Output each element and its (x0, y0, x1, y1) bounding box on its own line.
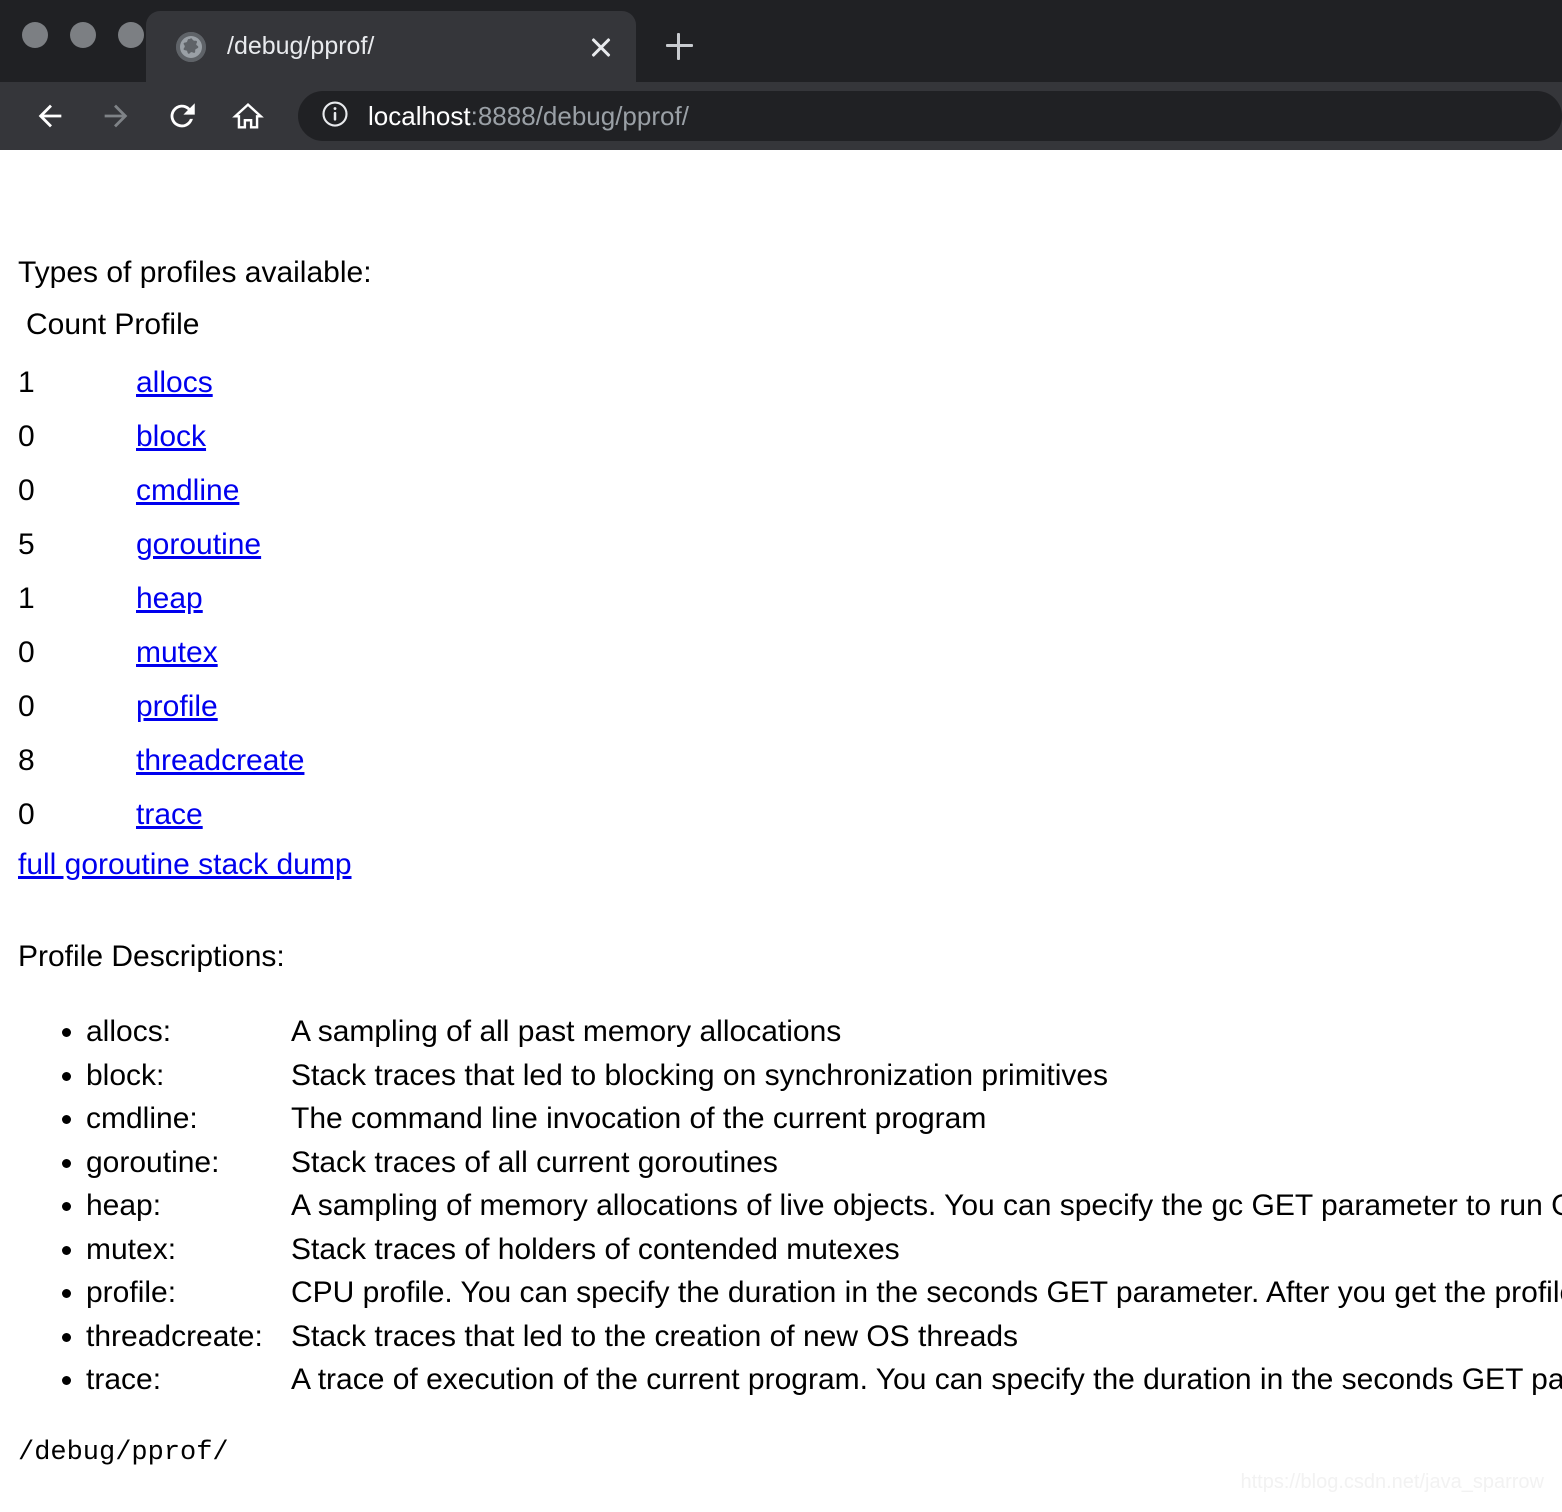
description-name: block: (86, 1058, 165, 1092)
full-goroutine-stack-dump-link[interactable]: full goroutine stack dump (18, 848, 352, 881)
profile-count: 1 (18, 366, 35, 399)
description-text: A sampling of all past memory allocation… (291, 1015, 842, 1048)
window-controls (22, 22, 144, 48)
tab-strip: /debug/pprof/ (0, 0, 1562, 82)
profile-descriptions-list: allocs: A sampling of all past memory all… (18, 1010, 1562, 1402)
profile-link-block[interactable]: block (136, 420, 206, 453)
profile-count: 0 (18, 798, 35, 831)
profile-link-heap[interactable]: heap (136, 582, 203, 615)
profile-link-cell: allocs (136, 356, 304, 410)
back-button[interactable] (24, 90, 76, 142)
browser-window: /debug/pprof/ localhost:8888/debug/pprof… (0, 0, 1562, 150)
profile-link-allocs[interactable]: allocs (136, 366, 213, 399)
profile-link-cell: goroutine (136, 518, 304, 572)
table-row: 5 goroutine (18, 518, 304, 572)
list-item: threadcreate: Stack traces that led to th… (86, 1315, 1562, 1359)
browser-toolbar: localhost:8888/debug/pprof/ (0, 82, 1562, 150)
profile-link-threadcreate[interactable]: threadcreate (136, 744, 304, 777)
profile-link-cell: heap (136, 572, 304, 626)
list-item: heap: A sampling of memory allocations of… (86, 1184, 1562, 1228)
table-row: 1 allocs (18, 356, 304, 410)
profile-link-cmdline[interactable]: cmdline (136, 474, 239, 507)
list-item: block: Stack traces that led to blocking … (86, 1054, 1562, 1098)
url-host: localhost (368, 100, 471, 131)
profile-link-cell: mutex (136, 626, 304, 680)
description-text: Stack traces that led to the creation of… (291, 1319, 1019, 1353)
table-row: 0 trace (18, 788, 304, 842)
watermark: https://blog.csdn.net/java_sparrow (1240, 1471, 1544, 1493)
description-text: A trace of execution of the current prog… (291, 1363, 1562, 1396)
description-text: Stack traces of all current goroutines (291, 1145, 778, 1179)
list-item: mutex: Stack traces of holders of contend… (86, 1228, 1562, 1272)
list-item: goroutine: Stack traces of all current go… (86, 1141, 1562, 1185)
profile-link-cell: cmdline (136, 464, 304, 518)
description-text: The command line invocation of the curre… (291, 1102, 987, 1135)
table-row: 1 heap (18, 572, 304, 626)
browser-tab-active[interactable]: /debug/pprof/ (146, 11, 636, 82)
list-item: cmdline: The command line invocation of t… (86, 1097, 1562, 1141)
page-title: Types of profiles available: (18, 256, 372, 289)
footer-path: /debug/pprof/ (18, 1438, 229, 1468)
table-row: 8 threadcreate (18, 734, 304, 788)
profile-link-cell: threadcreate (136, 734, 304, 788)
profile-count: 5 (18, 528, 35, 561)
profile-count: 0 (18, 420, 35, 453)
page-content: Types of profiles available: Count Profi… (0, 150, 1562, 1512)
description-name: profile: (86, 1276, 177, 1309)
list-item: allocs: A sampling of all past memory all… (86, 1010, 1562, 1054)
profile-link-cell: profile (136, 680, 304, 734)
new-tab-button[interactable] (655, 22, 703, 70)
profiles-table-header: Count Profile (26, 308, 200, 341)
profile-count: 0 (18, 690, 35, 723)
info-circle-icon[interactable] (320, 99, 350, 134)
profile-count: 0 (18, 636, 35, 669)
reload-button[interactable] (156, 90, 208, 142)
profiles-table-body: 1 allocs 0 block 0 cmdline 5 goroutine 1 (18, 356, 304, 842)
description-text: Stack traces that led to blocking on syn… (291, 1058, 1109, 1092)
minimize-window-button[interactable] (70, 22, 96, 48)
description-name: goroutine: (86, 1145, 220, 1179)
globe-icon (176, 31, 206, 62)
close-tab-icon[interactable] (580, 26, 622, 68)
table-row: 0 block (18, 410, 304, 464)
pprof-index: Types of profiles available: Count Profi… (18, 258, 1562, 1402)
profile-link-trace[interactable]: trace (136, 798, 203, 831)
description-name: trace: (86, 1363, 162, 1396)
table-row: 0 cmdline (18, 464, 304, 518)
profile-link-cell: block (136, 410, 304, 464)
list-item: profile: CPU profile. You can specify the… (86, 1271, 1562, 1315)
profile-link-goroutine[interactable]: goroutine (136, 528, 261, 561)
url-text: localhost:8888/debug/pprof/ (368, 101, 689, 132)
table-row: 0 mutex (18, 626, 304, 680)
list-item: trace: A trace of execution of the curren… (86, 1358, 1562, 1402)
profile-link-cell: trace (136, 788, 304, 842)
stack-dump-row: full goroutine stack dump (18, 850, 1562, 880)
description-name: allocs: (86, 1015, 172, 1048)
description-name: cmdline: (86, 1102, 198, 1135)
description-text: CPU profile. You can specify the duratio… (291, 1276, 1562, 1309)
description-name: heap: (86, 1189, 162, 1222)
description-text: A sampling of memory allocations of live… (291, 1189, 1562, 1222)
forward-button[interactable] (90, 90, 142, 142)
tab-title: /debug/pprof/ (227, 32, 375, 60)
profile-count: 8 (18, 744, 35, 777)
home-button[interactable] (222, 90, 274, 142)
url-path: :8888/debug/pprof/ (470, 100, 689, 131)
description-name: threadcreate: (86, 1319, 263, 1353)
profiles-table: 1 allocs 0 block 0 cmdline 5 goroutine 1 (18, 356, 304, 842)
profile-count: 0 (18, 474, 35, 507)
description-name: mutex: (86, 1232, 177, 1266)
close-window-button[interactable] (22, 22, 48, 48)
description-text: Stack traces of holders of contended mut… (291, 1232, 900, 1266)
profile-link-profile[interactable]: profile (136, 690, 218, 723)
table-row: 0 profile (18, 680, 304, 734)
address-bar[interactable]: localhost:8888/debug/pprof/ (298, 91, 1562, 141)
profile-count: 1 (18, 582, 35, 615)
profile-descriptions-heading: Profile Descriptions: (18, 940, 285, 973)
maximize-window-button[interactable] (118, 22, 144, 48)
profile-link-mutex[interactable]: mutex (136, 636, 218, 669)
